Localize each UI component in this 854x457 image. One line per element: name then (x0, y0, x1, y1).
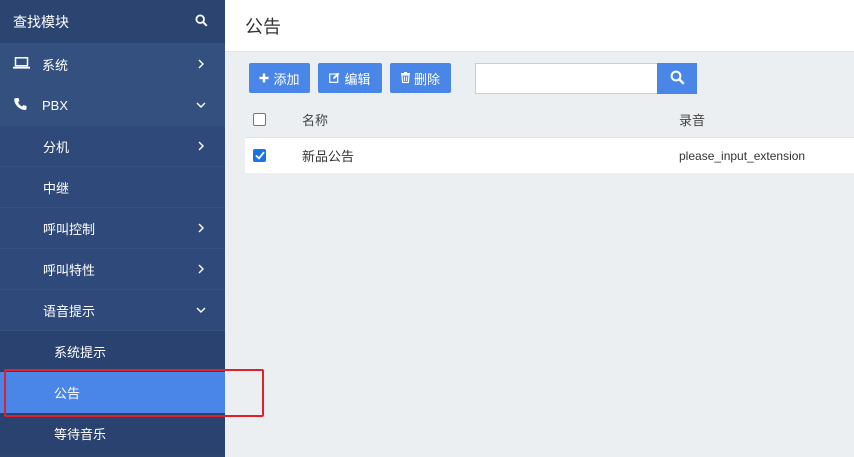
add-button[interactable]: 添加 (249, 63, 310, 93)
sidebar-item-label: 中继 (43, 180, 70, 196)
announcement-table: 名称 录音 新品公告 please_input_extension (245, 101, 854, 173)
sidebar: 查找模块 系统 PBX 分机 中继 呼叫控制 呼叫特性 语音提示 系统提示 公告… (0, 0, 225, 457)
sidebar-item-call-control[interactable]: 呼叫控制 (0, 208, 225, 249)
sidebar-item-label: 语音提示 (43, 303, 96, 319)
phone-icon (13, 97, 30, 114)
sidebar-item-hold-music[interactable]: 等待音乐 (0, 413, 225, 454)
row-checkbox[interactable] (253, 149, 266, 162)
sidebar-item-announcement[interactable]: 公告 (0, 372, 225, 413)
trash-icon (400, 71, 410, 86)
sidebar-item-label: 等待音乐 (54, 427, 107, 442)
search-icon[interactable] (195, 13, 208, 30)
chevron-right-icon (194, 221, 208, 235)
row-name: 新品公告 (302, 149, 355, 164)
edit-button-label: 编辑 (344, 71, 371, 87)
sidebar-item-extension[interactable]: 分机 (0, 126, 225, 167)
column-header-recording: 录音 (679, 112, 706, 128)
sidebar-item-label: 公告 (54, 386, 81, 401)
sidebar-item-trunk[interactable]: 中继 (0, 167, 225, 208)
page-header: 公告 (225, 0, 854, 52)
sidebar-item-label: 分机 (43, 139, 70, 155)
sidebar-item-label: 系统 (42, 57, 69, 73)
plus-icon (259, 71, 269, 86)
delete-button[interactable]: 删除 (390, 63, 451, 93)
laptop-icon (13, 56, 30, 72)
sidebar-item-label: 呼叫控制 (43, 221, 96, 237)
search-button[interactable] (657, 63, 697, 94)
edit-button[interactable]: 编辑 (318, 63, 382, 93)
chevron-down-icon (194, 98, 208, 112)
row-recording: please_input_extension (679, 148, 806, 163)
select-all-checkbox[interactable] (253, 112, 266, 126)
sidebar-item-system-prompts[interactable]: 系统提示 (0, 331, 225, 372)
table-row[interactable]: 新品公告 please_input_extension (245, 138, 854, 173)
sidebar-item-voice-prompts[interactable]: 语音提示 (0, 290, 225, 331)
page-title: 公告 (245, 16, 281, 37)
chevron-right-icon (194, 262, 208, 276)
column-header-name: 名称 (302, 112, 329, 128)
sidebar-item-label: PBX (42, 97, 69, 113)
sidebar-item-label: 呼叫特性 (43, 262, 96, 278)
sidebar-item-pbx[interactable]: PBX (0, 85, 225, 126)
edit-icon (329, 71, 340, 86)
delete-button-label: 删除 (413, 71, 440, 87)
module-search[interactable]: 查找模块 (0, 0, 225, 44)
search-input[interactable] (475, 63, 657, 94)
chevron-right-icon (194, 139, 208, 153)
search-icon (670, 70, 685, 88)
sidebar-item-system[interactable]: 系统 (0, 44, 225, 85)
chevron-right-icon (194, 57, 208, 71)
chevron-down-icon (194, 303, 208, 317)
module-search-label: 查找模块 (13, 13, 69, 30)
table-header: 名称 录音 (245, 101, 854, 138)
search-bar (475, 63, 697, 94)
main-content: 公告 添加 编辑 删除 名称 录音 新品公告 please_input_exte… (225, 0, 854, 457)
sidebar-item-call-features[interactable]: 呼叫特性 (0, 249, 225, 290)
add-button-label: 添加 (273, 71, 300, 87)
sidebar-item-label: 系统提示 (54, 345, 107, 360)
